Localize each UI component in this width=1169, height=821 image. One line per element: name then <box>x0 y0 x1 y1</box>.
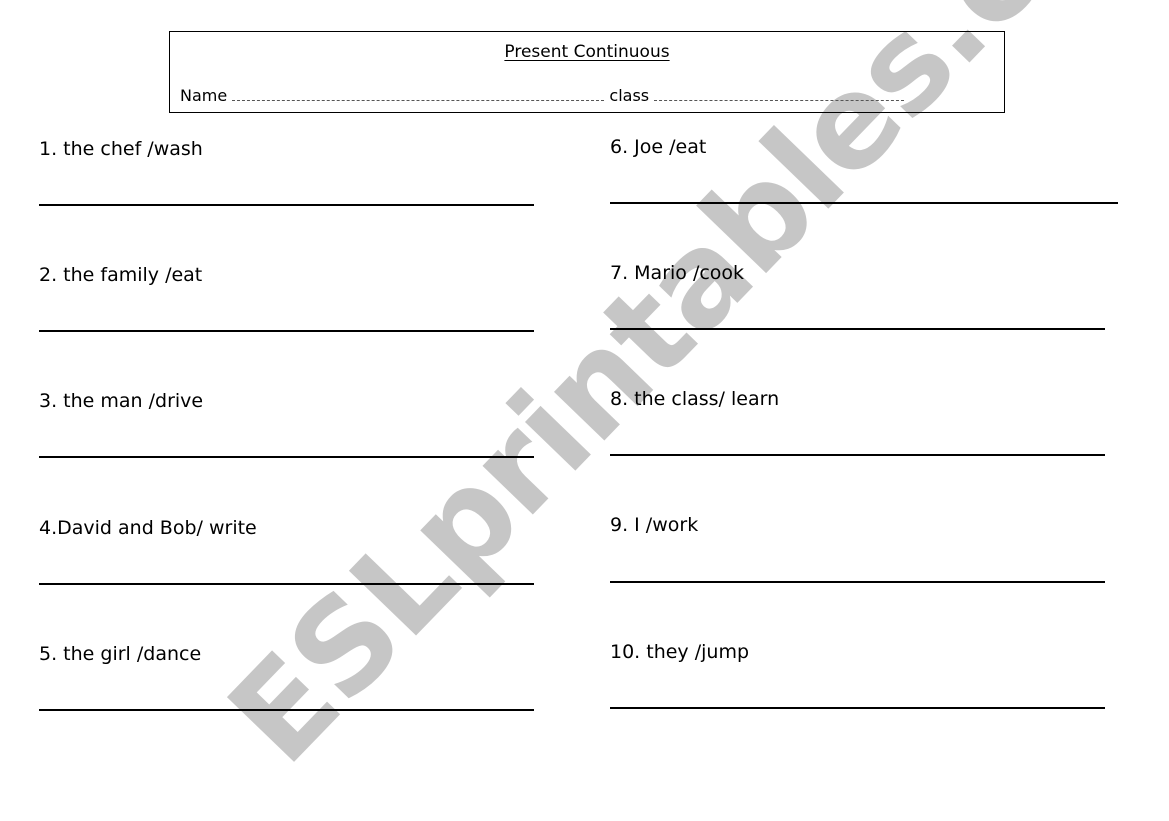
answer-line-10[interactable] <box>610 707 1105 709</box>
answer-line-1[interactable] <box>39 204 534 206</box>
question-3: 3. the man /drive <box>39 390 204 412</box>
answer-line-9[interactable] <box>610 581 1105 583</box>
question-2: 2. the family /eat <box>39 264 203 286</box>
answer-line-3[interactable] <box>39 456 534 458</box>
question-8: 8. the class/ learn <box>610 388 780 410</box>
question-5: 5. the girl /dance <box>39 643 202 665</box>
question-6: 6. Joe /eat <box>610 136 707 158</box>
answer-line-2[interactable] <box>39 330 534 332</box>
question-7: 7. Mario /cook <box>610 262 745 284</box>
question-10: 10. they /jump <box>610 641 750 663</box>
name-class-row: Name class <box>180 86 905 105</box>
worksheet-title: Present Continuous <box>504 42 670 62</box>
answer-line-6[interactable] <box>610 202 1118 204</box>
name-label: Name <box>180 86 228 105</box>
answer-line-4[interactable] <box>39 583 534 585</box>
name-field[interactable] <box>232 88 605 101</box>
question-9: 9. I /work <box>610 514 699 536</box>
question-4: 4.David and Bob/ write <box>39 517 257 539</box>
answer-line-7[interactable] <box>610 328 1105 330</box>
answer-line-5[interactable] <box>39 709 534 711</box>
worksheet-header: Present Continuous Name class <box>169 31 1005 113</box>
class-field[interactable] <box>654 88 905 101</box>
class-label: class <box>609 86 650 105</box>
answer-line-8[interactable] <box>610 454 1105 456</box>
question-1: 1. the chef /wash <box>39 138 203 160</box>
